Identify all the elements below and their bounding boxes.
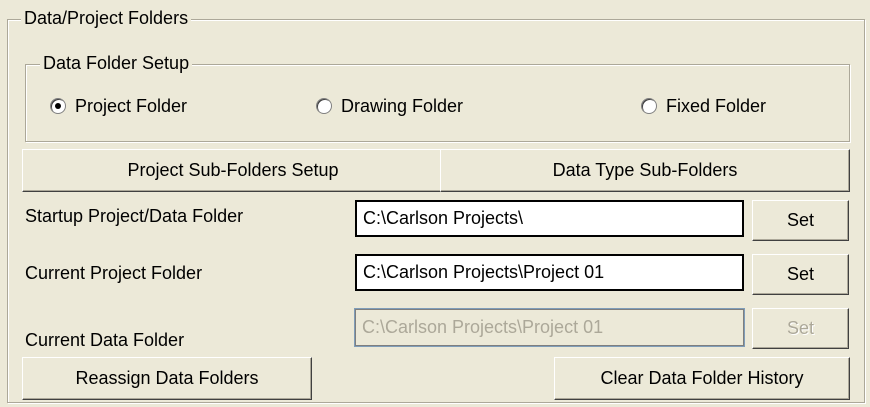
- startup-folder-label: Startup Project/Data Folder: [25, 206, 244, 226]
- radio-fixed-folder-label: Fixed Folder: [666, 95, 767, 116]
- current-project-folder-set-button[interactable]: Set: [752, 254, 849, 295]
- radio-drawing-folder-label: Drawing Folder: [341, 95, 464, 116]
- current-project-folder-input[interactable]: C:\Carlson Projects\Project 01: [355, 254, 744, 291]
- current-data-folder-label: Current Data Folder: [25, 330, 185, 350]
- data-folder-setup-title: Data Folder Setup: [40, 53, 193, 73]
- radio-checked-icon: [50, 98, 66, 114]
- data-project-folders-panel: Data/Project Folders Data Folder Setup P…: [0, 0, 870, 407]
- current-project-folder-label: Current Project Folder: [25, 263, 203, 283]
- clear-data-folder-history-button[interactable]: Clear Data Folder History: [554, 357, 850, 400]
- radio-fixed-folder[interactable]: Fixed Folder: [641, 94, 766, 118]
- current-data-folder-input: C:\Carlson Projects\Project 01: [354, 308, 745, 347]
- reassign-data-folders-button[interactable]: Reassign Data Folders: [22, 357, 312, 400]
- project-subfolders-setup-button[interactable]: Project Sub-Folders Setup: [22, 149, 444, 192]
- data-type-subfolders-button[interactable]: Data Type Sub-Folders: [440, 149, 850, 192]
- radio-project-folder-label: Project Folder: [75, 95, 188, 116]
- radio-unchecked-icon: [641, 98, 657, 114]
- current-data-folder-set-button: Set: [752, 308, 849, 349]
- startup-folder-input[interactable]: C:\Carlson Projects\: [355, 200, 744, 237]
- startup-folder-set-button[interactable]: Set: [752, 200, 849, 241]
- radio-project-folder[interactable]: Project Folder: [50, 94, 187, 118]
- radio-unchecked-icon: [316, 98, 332, 114]
- data-project-folders-title: Data/Project Folders: [21, 8, 192, 28]
- radio-drawing-folder[interactable]: Drawing Folder: [316, 94, 463, 118]
